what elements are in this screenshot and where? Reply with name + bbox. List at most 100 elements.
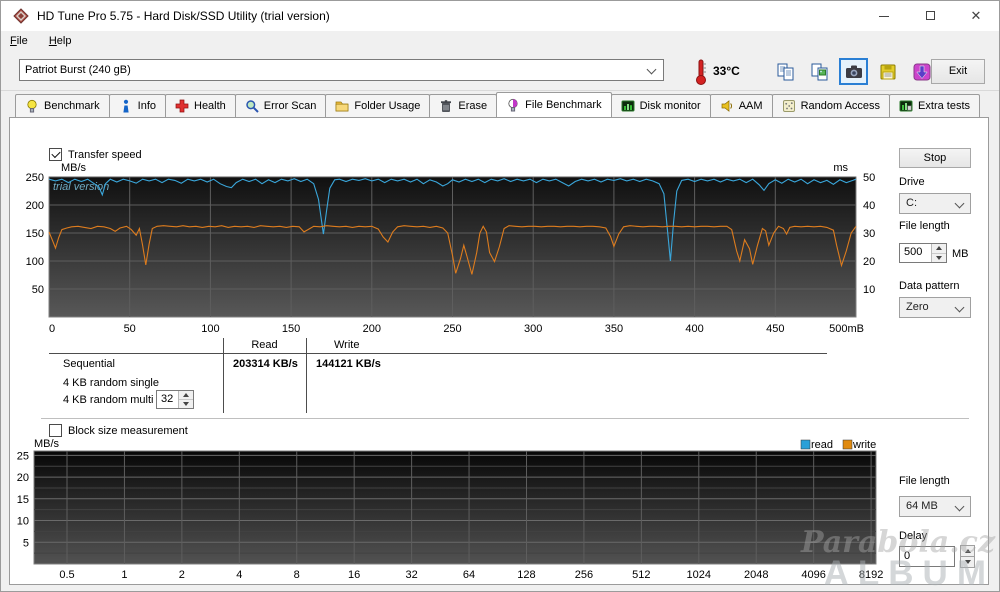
file-benchmark-panel (9, 117, 989, 585)
section-divider (41, 418, 969, 419)
app-window: HD Tune Pro 5.75 - Hard Disk/SSD Utility… (0, 0, 1000, 592)
chevron-down-icon (954, 501, 965, 512)
tab-label: Disk monitor (639, 100, 701, 112)
stop-button[interactable]: Stop (899, 148, 971, 168)
tab-disk-monitor[interactable]: Disk monitor (610, 94, 711, 117)
delay-value: 0 (904, 550, 911, 562)
table-divider-horizontal (49, 353, 827, 354)
sequential-read-value: 203314 KB/s (233, 358, 298, 370)
file-length-value: 500 (904, 246, 923, 258)
transfer-speed-label: Transfer speed (68, 149, 142, 161)
file-length-spinner[interactable]: 500 (899, 243, 947, 263)
menu-bar: File Help (1, 31, 999, 53)
copy-image-icon (811, 63, 827, 81)
bulb-purple-icon (506, 98, 520, 112)
maximize-button[interactable] (907, 1, 953, 31)
tab-error-scan[interactable]: Error Scan (234, 94, 327, 117)
table-header-read: Read (251, 339, 278, 351)
thermometer-icon (696, 59, 706, 85)
save-results-button[interactable] (873, 58, 902, 85)
tab-file-benchmark[interactable]: File Benchmark (496, 92, 612, 117)
random-multi-spinner[interactable]: 32 (156, 390, 194, 409)
data-pattern-label: Data pattern (899, 280, 960, 292)
trash-icon (439, 99, 453, 113)
disk-monitor-icon (621, 99, 635, 113)
tab-label: Extra tests (918, 100, 971, 112)
block-size-checkbox[interactable] (49, 424, 62, 437)
tab-health[interactable]: Health (165, 94, 236, 117)
chevron-down-icon (954, 198, 965, 209)
extra-tests-icon (899, 99, 913, 113)
tab-random-access[interactable]: Random Access (771, 94, 891, 117)
tab-label: Error Scan (263, 100, 317, 112)
table-row-label: 4 KB random single (63, 377, 159, 389)
chevron-down-icon (646, 64, 657, 75)
tab-benchmark[interactable]: Benchmark (15, 94, 110, 117)
file-length2-combobox[interactable]: 64 MB (899, 496, 971, 517)
drive-select-value: Patriot Burst (240 gB) (25, 64, 131, 76)
random-multi-updown[interactable] (178, 391, 193, 408)
table-row-label: Sequential (63, 358, 115, 370)
chevron-down-icon (954, 302, 965, 313)
copy-text-button[interactable] (771, 58, 800, 85)
copy-image-button[interactable] (805, 58, 834, 85)
info-icon (119, 99, 133, 113)
spin-down-button[interactable] (932, 253, 946, 262)
magnifier-icon (245, 99, 259, 113)
window-title: HD Tune Pro 5.75 - Hard Disk/SSD Utility… (37, 9, 330, 23)
spin-up-button[interactable] (960, 545, 975, 556)
tab-label: Info (137, 100, 156, 112)
speaker-icon (720, 99, 734, 113)
data-pattern-value: Zero (906, 301, 929, 313)
tab-erase[interactable]: Erase (429, 94, 498, 117)
exit-button[interactable]: Exit (931, 59, 985, 84)
delay-updown[interactable] (960, 545, 975, 568)
spin-down-button[interactable] (960, 556, 975, 568)
random-icon (782, 99, 796, 113)
drive-value: C: (906, 197, 917, 209)
table-divider-vertical-2 (306, 338, 307, 413)
menu-file[interactable]: File (1, 31, 37, 51)
drive-select-combobox[interactable]: Patriot Burst (240 gB) (19, 59, 664, 81)
tab-label: AAM (738, 100, 763, 112)
tab-bar: Benchmark Info Health Error Scan Folder Usag… (15, 92, 981, 118)
tab-folder-usage[interactable]: Folder Usage (325, 94, 431, 117)
spin-up-button[interactable] (932, 244, 946, 254)
tab-info[interactable]: Info (108, 94, 166, 117)
save-icon (880, 64, 895, 80)
minimize-button[interactable] (861, 1, 907, 31)
tab-label: File Benchmark (525, 99, 602, 111)
data-pattern-combobox[interactable]: Zero (899, 297, 971, 318)
health-cross-icon (175, 99, 189, 113)
temperature-readout: 33°C (713, 64, 740, 78)
table-row-label: 4 KB random multi (63, 394, 154, 406)
table-header-write: Write (334, 339, 360, 351)
drive-combobox[interactable]: C: (899, 193, 971, 214)
toolbar: Patriot Burst (240 gB) 33°C Exit (1, 53, 999, 91)
block-size-label: Block size measurement (68, 425, 188, 437)
spin-down-button[interactable] (179, 400, 193, 408)
spin-up-button[interactable] (179, 391, 193, 400)
folder-icon (335, 99, 349, 113)
tab-extra-tests[interactable]: Extra tests (889, 94, 981, 117)
tab-label: Folder Usage (354, 100, 421, 112)
transfer-speed-checkbox[interactable] (49, 148, 62, 161)
file-length-label: File length (899, 220, 950, 232)
tab-label: Erase (458, 100, 488, 112)
close-button[interactable]: ✕ (953, 1, 999, 31)
camera-icon (845, 65, 862, 78)
random-multi-value: 32 (161, 393, 174, 405)
sequential-write-value: 144121 KB/s (316, 358, 381, 370)
file-length2-label: File length (899, 475, 950, 487)
menu-help[interactable]: Help (40, 31, 81, 51)
file-length2-value: 64 MB (906, 500, 938, 512)
download-arrow-icon (913, 63, 930, 81)
title-bar: HD Tune Pro 5.75 - Hard Disk/SSD Utility… (1, 1, 999, 31)
screenshot-button[interactable] (839, 58, 868, 85)
tab-label: Health (194, 100, 226, 112)
file-length-updown[interactable] (931, 244, 946, 262)
tab-aam[interactable]: AAM (709, 94, 773, 117)
app-icon (13, 8, 29, 24)
tab-label: Benchmark (44, 100, 100, 112)
delay-input[interactable]: 0 (899, 546, 955, 567)
